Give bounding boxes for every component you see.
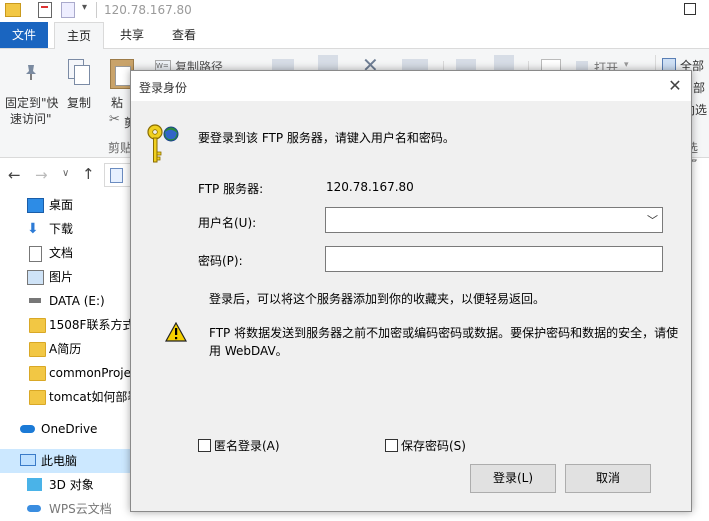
sidebar-item-documents[interactable]: 文档 <box>0 241 131 265</box>
copy-button[interactable]: 复制 <box>67 94 91 111</box>
sidebar-item-label: commonProje <box>49 366 132 380</box>
sidebar-item-label: WPS云文档 <box>49 502 112 516</box>
folder-icon <box>29 318 46 333</box>
clipboard-group-label: 剪贴 <box>108 141 133 155</box>
save-password-label[interactable]: 保存密码(S) <box>401 437 466 454</box>
new-folder-quick-icon[interactable] <box>61 2 75 18</box>
warning-text-line1: FTP 将数据发送到服务器之前不加密或编码密码或数据。要保护密码和数据的安全，请… <box>209 326 679 340</box>
info-text: 登录后，可以将这个服务器添加到你的收藏夹，以便轻易返回。 <box>209 292 546 306</box>
login-dialog: 登录身份 ✕ 要登录到该 FTP 服务器，请键入用户名和密码。 FTP 服务器:… <box>130 70 692 512</box>
sidebar-item-pictures[interactable]: 图片 <box>0 265 131 289</box>
close-icon[interactable]: ✕ <box>663 75 687 97</box>
sidebar-item-label: tomcat如何部署 <box>49 390 140 404</box>
computer-icon <box>20 454 36 466</box>
password-label: 密码(P): <box>198 254 243 268</box>
tab-home[interactable]: 主页 <box>54 22 104 49</box>
username-combobox[interactable]: ﹀ <box>325 207 663 233</box>
document-icon <box>29 246 42 262</box>
desktop-icon <box>27 198 44 213</box>
tab-view[interactable]: 查看 <box>160 22 208 48</box>
login-button[interactable]: 登录(L) <box>470 464 556 493</box>
sidebar-item-label: 下载 <box>49 222 74 236</box>
dialog-header-text: 要登录到该 FTP 服务器，请键入用户名和密码。 <box>198 131 455 145</box>
sidebar-item-label: DATA (E:) <box>49 294 105 308</box>
cancel-button[interactable]: 取消 <box>565 464 651 493</box>
picture-icon <box>27 270 44 285</box>
server-value: 120.78.167.80 <box>326 180 414 194</box>
sidebar-item-folder[interactable]: 1508F联系方式 <box>0 313 135 337</box>
sidebar-item-wps-cloud[interactable]: WPS云文档 <box>0 497 131 521</box>
anonymous-login-label[interactable]: 匿名登录(A) <box>214 437 280 454</box>
sidebar-item-drive-e[interactable]: DATA (E:) <box>0 289 131 313</box>
copy-icon <box>68 59 90 85</box>
forward-icon[interactable]: → <box>35 166 48 184</box>
explorer-title-bar: ▾ 120.78.167.80 <box>0 0 709 22</box>
sidebar-item-this-pc[interactable]: 此电脑 <box>0 449 131 473</box>
keys-icon <box>146 121 182 167</box>
properties-quick-icon[interactable] <box>38 2 52 18</box>
folder-icon <box>29 342 46 357</box>
sidebar-item-folder[interactable]: A简历 <box>0 337 131 361</box>
recent-locations-icon[interactable]: ∨ <box>62 168 69 179</box>
ftp-location-icon <box>110 168 123 183</box>
pin-to-quick-access-label-2[interactable]: 速访问" <box>10 110 52 127</box>
dialog-title: 登录身份 <box>139 81 188 95</box>
cloud-icon <box>27 505 41 512</box>
sidebar-item-label: OneDrive <box>41 422 98 436</box>
warning-text-line2: 用 WebDAV。 <box>209 344 288 358</box>
open-dropdown-icon[interactable]: ▾ <box>624 60 629 70</box>
sidebar-item-label: 图片 <box>49 270 74 284</box>
sidebar-item-folder[interactable]: commonProje <box>0 361 131 385</box>
anonymous-login-checkbox[interactable] <box>198 439 211 452</box>
password-field[interactable] <box>325 246 663 272</box>
title-separator <box>96 2 97 18</box>
navigation-pane: 桌面 ⬇ 下载 文档 图片 DATA (E:) 1508F联系方式 A简历 co… <box>0 192 139 516</box>
sidebar-item-downloads[interactable]: ⬇ 下载 <box>0 217 131 241</box>
username-label: 用户名(U): <box>198 216 257 230</box>
ribbon-tabs: 文件 主页 共享 查看 <box>0 22 709 49</box>
tab-file[interactable]: 文件 <box>0 22 48 48</box>
drive-icon <box>29 298 41 303</box>
sidebar-item-label: 文档 <box>49 246 74 260</box>
back-icon[interactable]: ← <box>8 166 21 184</box>
sidebar-item-label: 此电脑 <box>41 454 78 468</box>
server-label: FTP 服务器: <box>198 182 264 196</box>
chevron-down-icon[interactable]: ﹀ <box>647 212 658 228</box>
folder-icon <box>29 366 46 381</box>
cloud-icon <box>20 425 35 433</box>
cut-icon: ✂ <box>109 112 120 127</box>
folder-icon <box>29 390 46 405</box>
sidebar-item-label: 3D 对象 <box>49 478 94 492</box>
download-icon: ⬇ <box>27 221 39 237</box>
tab-share[interactable]: 共享 <box>108 22 156 48</box>
sidebar-item-onedrive[interactable]: OneDrive <box>0 417 131 441</box>
warning-icon <box>164 321 188 342</box>
pin-to-quick-access-label-1[interactable]: 固定到"快 <box>5 94 59 111</box>
window-title: 120.78.167.80 <box>104 3 192 17</box>
sidebar-item-label: A简历 <box>49 342 82 356</box>
paste-button[interactable]: 粘 <box>111 94 123 111</box>
folder-app-icon <box>5 3 21 17</box>
sidebar-item-desktop[interactable]: 桌面 <box>0 193 131 217</box>
sidebar-item-label: 1508F联系方式 <box>49 318 135 332</box>
sidebar-item-label: 桌面 <box>49 198 74 212</box>
save-password-checkbox[interactable] <box>385 439 398 452</box>
maximize-icon[interactable] <box>684 3 696 15</box>
sidebar-item-folder[interactable]: tomcat如何部署 <box>0 385 139 409</box>
cube-icon <box>27 478 42 491</box>
dialog-title-bar: 登录身份 ✕ <box>131 71 691 101</box>
select-none-button[interactable]: 部 <box>693 79 705 96</box>
pin-icon <box>22 63 40 81</box>
sidebar-item-3d-objects[interactable]: 3D 对象 <box>0 473 131 497</box>
customize-toolbar-icon[interactable]: ▾ <box>82 2 87 13</box>
up-icon[interactable]: ↑ <box>82 165 95 183</box>
